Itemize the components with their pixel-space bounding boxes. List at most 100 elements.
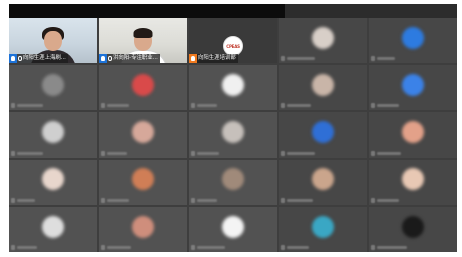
top-bar [9,4,457,18]
blurred-name [287,198,313,202]
participant-tile-blurred[interactable] [279,206,367,252]
top-bar-right [285,4,457,18]
participant-tile-blurred[interactable] [279,159,367,205]
participant-avatar [222,121,244,144]
participant-tile-blurred[interactable] [189,206,277,252]
participant-name-label: 向阳生涯上海刷... [9,54,68,64]
mic-icon [11,150,15,156]
mic-icon [281,103,285,109]
participant-tile-blurred[interactable] [99,112,187,158]
participant-avatar [402,168,424,191]
blurred-name [197,198,217,202]
mic-icon [11,103,15,109]
participant-tile-blurred[interactable] [279,65,367,111]
participant-name-label: 向阳生涯培训部 [189,54,238,64]
participant-tile-blurred[interactable] [99,159,187,205]
participant-avatar [222,168,244,191]
participant-avatar [132,74,154,97]
participant-hair [133,28,153,38]
mic-icon [101,150,105,156]
participant-avatar [312,74,334,97]
participant-avatar [42,121,64,144]
participant-tile-blurred[interactable] [369,206,457,252]
mic-icon [101,245,105,250]
participant-face [44,31,62,51]
mic-icon [101,103,105,109]
blurred-name [107,151,127,155]
blurred-name [287,57,315,61]
participant-avatar [132,215,154,238]
mic-icon [281,56,285,62]
blurred-name [377,57,395,61]
participant-avatar [42,74,64,97]
participant-name: 洪向阳-专注职业... [113,55,158,62]
blurred-name [197,104,217,108]
participant-tile-blurred[interactable] [189,112,277,158]
participant-avatar [312,215,334,238]
blurred-name [107,104,129,108]
blurred-name [17,246,37,249]
participant-tile-blurred[interactable] [189,159,277,205]
participant-tile-blurred[interactable] [9,159,97,205]
participant-avatar [42,168,64,191]
blurred-name [377,246,407,249]
mic-icon [281,197,285,203]
mic-icon [18,56,22,62]
mic-icon [11,197,15,203]
participant-name: 向阳生涯上海刷... [23,55,66,62]
blurred-name [377,198,399,202]
participant-tile-blurred[interactable] [99,206,187,252]
video-conference-window: 向阳生涯上海刷... 洪向阳-专注职业... CPEAS 向阳生涯培训部 [9,4,457,252]
logo-text: CPEAS [226,43,240,49]
blurred-name [107,246,131,249]
person-icon [99,54,107,64]
participant-tile-blurred[interactable] [279,112,367,158]
mic-icon [281,150,285,156]
participant-tile-blurred[interactable] [369,159,457,205]
mic-icon [191,150,195,156]
participant-avatar [312,26,334,49]
blurred-name [377,104,399,108]
participant-tile-3[interactable]: CPEAS 向阳生涯培训部 [189,18,277,64]
participant-tile-2[interactable]: 洪向阳-专注职业... [99,18,187,64]
participant-tile-blurred[interactable] [189,65,277,111]
participant-avatar [132,121,154,144]
participant-tile-blurred[interactable] [369,112,457,158]
blurred-name [17,151,43,155]
mic-icon [371,150,375,156]
mic-icon [191,197,195,203]
participant-tile-blurred[interactable] [279,18,367,64]
mic-icon [11,245,15,250]
mic-icon [101,197,105,203]
blurred-name [17,104,43,108]
participant-avatar [402,74,424,97]
participant-tile-blurred[interactable] [99,65,187,111]
blurred-name [377,151,401,155]
participant-avatar [402,121,424,144]
participant-tile-blurred[interactable] [369,18,457,64]
participant-avatar [402,26,424,49]
person-icon [9,54,17,64]
gallery-grid: 向阳生涯上海刷... 洪向阳-专注职业... CPEAS 向阳生涯培训部 [9,18,457,252]
participant-name: 向阳生涯培训部 [198,55,236,62]
participant-avatar [402,215,424,238]
blurred-name [197,246,225,249]
participant-tile-blurred[interactable] [9,65,97,111]
person-icon [189,54,197,64]
participant-name-label: 洪向阳-专注职业... [99,54,160,64]
participant-tile-blurred[interactable] [9,206,97,252]
participant-tile-blurred[interactable] [9,112,97,158]
participant-tile-blurred[interactable] [369,65,457,111]
mic-icon [371,56,375,62]
blurred-name [287,246,309,249]
participant-avatar [312,168,334,191]
blurred-name [197,151,219,155]
participant-tile-1[interactable]: 向阳生涯上海刷... [9,18,97,64]
mic-icon [371,245,375,250]
mic-icon [191,245,195,250]
mic-icon [108,56,112,62]
participant-avatar [312,121,334,144]
blurred-name [287,151,315,155]
mic-icon [191,103,195,109]
participant-avatar [132,168,154,191]
